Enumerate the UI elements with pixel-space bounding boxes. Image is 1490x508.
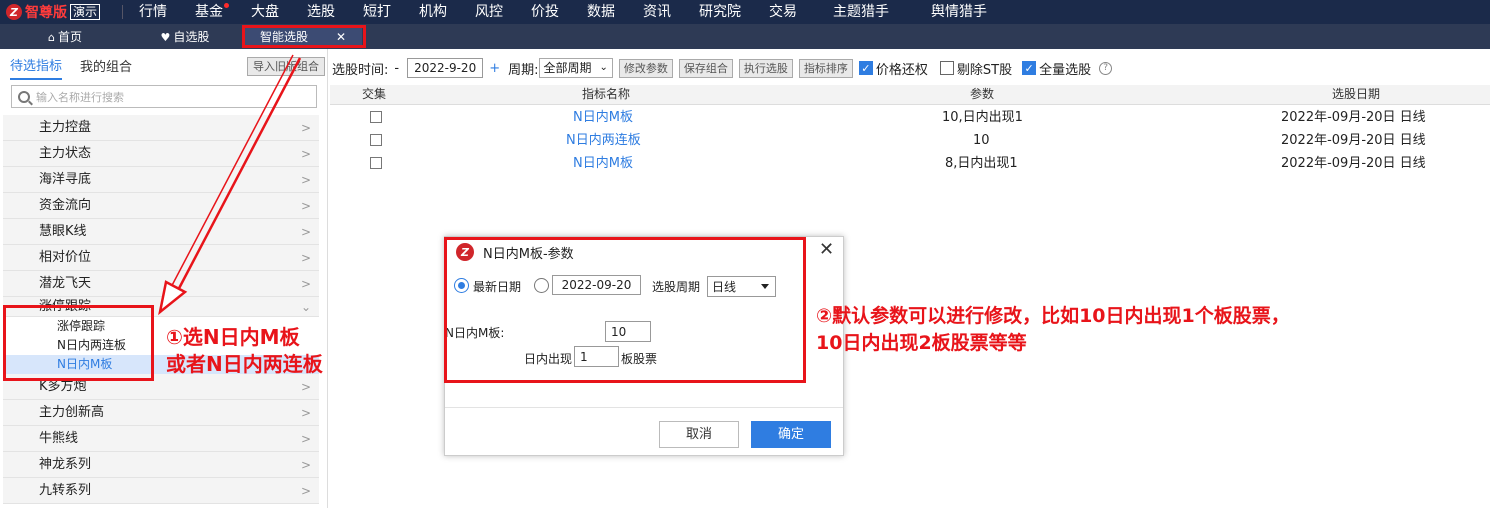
close-icon[interactable]: ✕ (819, 239, 834, 260)
dialog-footer-divider (445, 407, 843, 408)
confirm-button[interactable]: 确定 (751, 421, 831, 448)
annotation-step-1: ①选N日内M板 或者N日内两连板 (166, 324, 323, 378)
annotation-line: ②默认参数可以进行修改，比如10日内出现1个板股票， (816, 305, 1290, 327)
highlight-box-dialog (444, 237, 806, 383)
annotation-line: 或者N日内两连板 (166, 352, 323, 376)
annotation-line: ①选N日内M板 (166, 325, 300, 349)
annotation-line: 10日内出现2板股票等等 (816, 332, 1027, 354)
annotation-step-2: ②默认参数可以进行修改，比如10日内出现1个板股票， 10日内出现2板股票等等 (816, 303, 1290, 357)
cancel-button[interactable]: 取消 (659, 421, 739, 448)
